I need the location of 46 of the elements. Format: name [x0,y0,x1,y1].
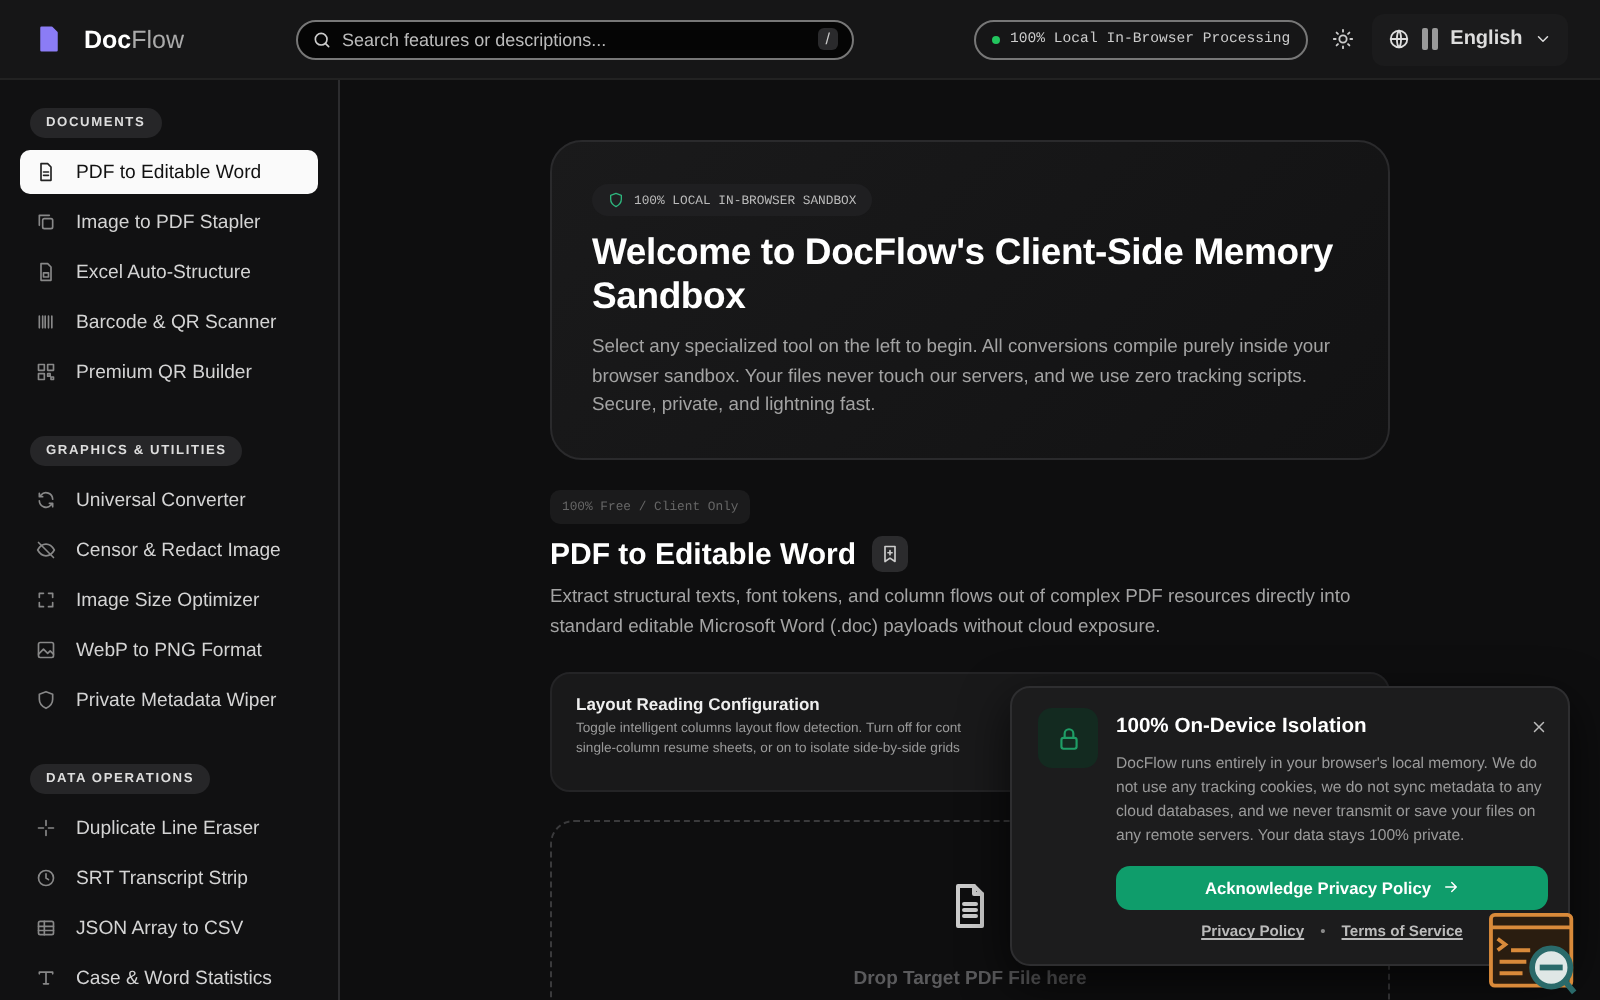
flag-icon [1422,28,1439,50]
text-icon [36,968,56,988]
sun-icon[interactable] [1332,28,1355,50]
chevron-down-icon [1534,30,1553,48]
image-icon [36,640,56,660]
config-title: Layout Reading Configuration [576,694,822,714]
welcome-title: Welcome to DocFlow's Client-Side Memory Sandbox [592,230,1335,318]
clock-icon [36,868,56,888]
eye-off-icon [36,540,56,560]
table-icon [36,918,56,938]
language-selector[interactable]: English [1372,13,1569,65]
refresh-icon [36,490,56,510]
sidebar-item[interactable]: Image to PDF Stapler [20,200,318,244]
status-dot-icon [992,35,1001,43]
sidebar-item[interactable]: PDF to Editable Word [20,150,318,194]
sidebar-item[interactable]: Barcode & QR Scanner [20,300,318,344]
sidebar-item[interactable]: JSON Array to CSV [20,906,318,950]
sidebar-item[interactable]: Image Size Optimizer [20,578,318,622]
shield-icon [36,690,56,710]
bookmark-button[interactable] [872,536,909,572]
copy-icon [36,212,56,232]
popup-title: 100% On-Device Isolation [1116,716,1367,738]
tool-description: Extract structural texts, font tokens, and column flows out of complex PDF resources directly into standard editable Microsoft Word (.doc) payloads without cloud exposure. [550,582,1353,640]
resize-icon [36,590,56,610]
sidebar-item[interactable]: Excel Auto-Structure [20,250,318,294]
spreadsheet-icon [36,262,56,282]
tool-title: PDF to Editable Word [550,537,857,571]
barcode-icon [36,312,56,332]
sidebar-item[interactable]: WebP to PNG Format [20,628,318,672]
sidebar-item[interactable]: Premium QR Builder [20,350,318,394]
qr-code-icon [36,362,56,382]
sidebar-item[interactable]: Case & Word Statistics [20,956,318,1000]
lock-icon [1038,708,1098,768]
file-icon [36,162,56,182]
shield-icon [608,192,624,208]
sidebar-item[interactable]: Private Metadata Wiper [20,678,318,722]
sidebar-item[interactable]: Universal Converter [20,478,318,522]
sidebar-item[interactable]: SRT Transcript Strip [20,856,318,900]
sidebar-item[interactable]: Duplicate Line Eraser [20,806,318,850]
globe-icon [1388,28,1411,50]
welcome-text: Select any specialized tool on the left to begin. All conversions compile purely inside your browser sandbox. Your files never touch our servers, and we use zero tracking scripts. Secure, private, and lightning fast. [592,332,1332,418]
sidebar-item[interactable]: Censor & Redact Image [20,528,318,572]
logo-text: DocFlow [84,25,185,53]
window-search-icon[interactable] [1488,912,1580,1000]
logo-icon [34,24,64,54]
search-icon [312,29,333,49]
